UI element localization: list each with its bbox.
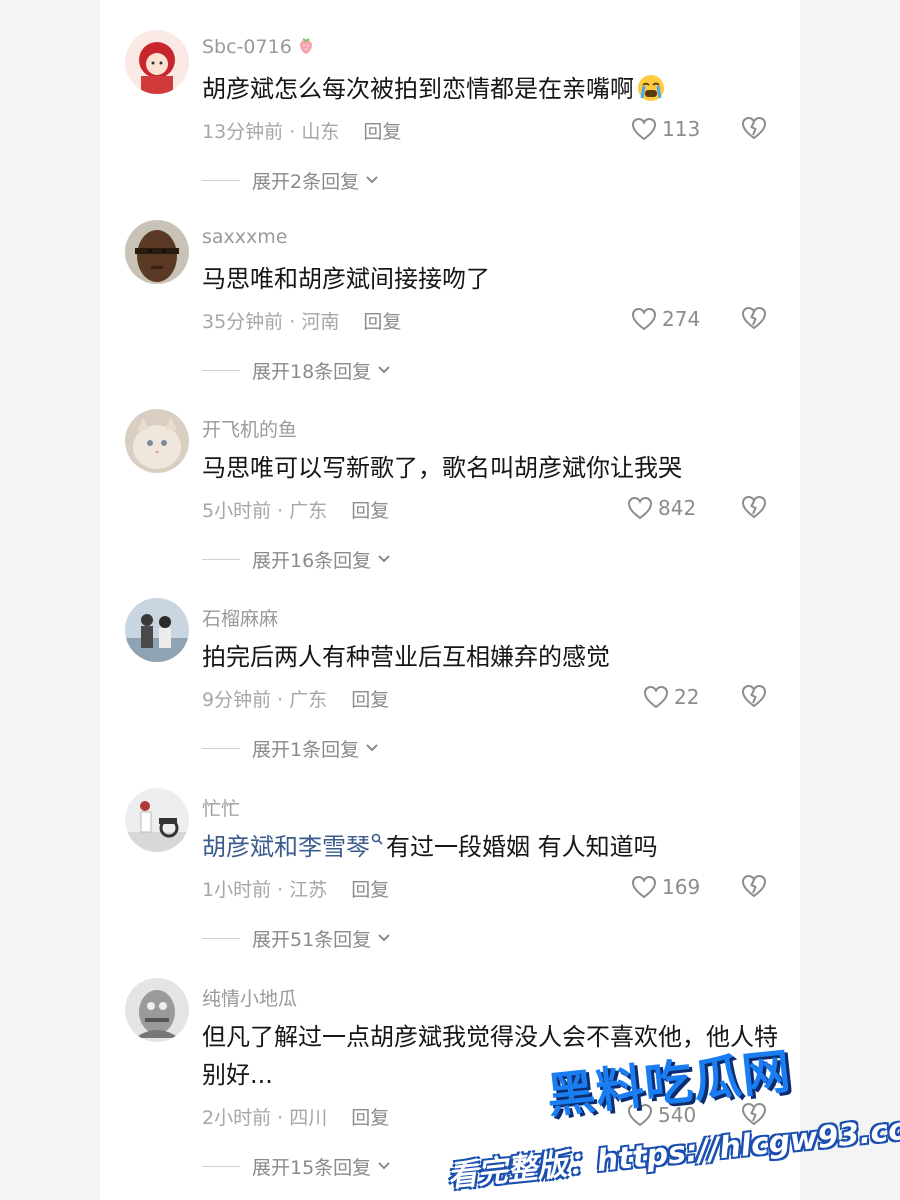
comment-meta: 35分钟前 · 河南 回复 xyxy=(202,311,402,333)
divider xyxy=(202,937,240,939)
divider xyxy=(202,1165,240,1167)
like-button[interactable]: 842 xyxy=(626,493,696,523)
broken-heart-icon[interactable] xyxy=(740,872,768,900)
broken-heart-icon[interactable] xyxy=(740,682,768,710)
comment-item: 开飞机的鱼 马思唯可以写新歌了，歌名叫胡彦斌你让我哭 5小时前 · 广东 回复 8… xyxy=(100,379,800,572)
username[interactable]: 开飞机的鱼 xyxy=(202,415,297,442)
watermark-url: 看完整版：https://hlcgw93.com xyxy=(445,1108,900,1195)
reply-button[interactable]: 回复 xyxy=(351,689,389,711)
chevron-down-icon xyxy=(366,744,378,752)
like-button[interactable]: 113 xyxy=(630,114,700,144)
avatar[interactable] xyxy=(125,30,189,94)
reply-button[interactable]: 回复 xyxy=(363,121,401,143)
strawberry-icon xyxy=(296,36,316,61)
comment-text: 马思唯和胡彦斌间接接吻了 xyxy=(202,265,490,293)
chevron-down-icon xyxy=(378,1162,390,1170)
reply-button[interactable]: 回复 xyxy=(363,311,401,333)
reply-button[interactable]: 回复 xyxy=(351,500,389,522)
avatar[interactable] xyxy=(125,409,189,473)
search-link[interactable]: 胡彦斌和李雪琴 xyxy=(202,833,370,861)
chevron-down-icon xyxy=(378,366,390,374)
chevron-down-icon xyxy=(378,555,390,563)
comment-item: saxxxme 马思唯和胡彦斌间接接吻了 35分钟前 · 河南 回复 274 展开… xyxy=(100,190,800,383)
watermark: 黑料吃瓜网 看完整版：https://hlcgw93.com xyxy=(446,1026,900,1194)
comment-text: 拍完后两人有种营业后互相嫌弃的感觉 xyxy=(202,643,610,671)
search-icon[interactable] xyxy=(371,833,383,845)
chevron-down-icon xyxy=(378,934,390,942)
comment-meta: 13分钟前 · 山东 回复 xyxy=(202,121,402,143)
username[interactable]: saxxxme xyxy=(202,226,287,248)
broken-heart-icon[interactable] xyxy=(740,493,768,521)
divider xyxy=(202,747,240,749)
like-button[interactable]: 169 xyxy=(630,872,700,902)
heart-icon xyxy=(631,307,657,331)
like-button[interactable]: 274 xyxy=(630,304,700,334)
reply-button[interactable]: 回复 xyxy=(351,1107,389,1129)
comment-list: Sbc-0716 胡彦斌怎么每次被拍到恋情都是在亲嘴啊 13分钟前 · 山东 回复… xyxy=(100,0,800,1200)
comment-item: 石榴麻麻 拍完后两人有种营业后互相嫌弃的感觉 9分钟前 · 广东 回复 22 展开… xyxy=(100,568,800,761)
username[interactable]: 石榴麻麻 xyxy=(202,604,278,631)
comment-text: 马思唯可以写新歌了，歌名叫胡彦斌你让我哭 xyxy=(202,454,682,482)
username[interactable]: 忙忙 xyxy=(202,794,240,821)
expand-replies[interactable]: 展开15条回复 xyxy=(202,1153,391,1179)
reply-button[interactable]: 回复 xyxy=(351,879,389,901)
comment-text: 胡彦斌怎么每次被拍到恋情都是在亲嘴啊 xyxy=(202,70,792,114)
heart-icon xyxy=(631,875,657,899)
avatar[interactable] xyxy=(125,598,189,662)
comment-item: Sbc-0716 胡彦斌怎么每次被拍到恋情都是在亲嘴啊 13分钟前 · 山东 回复… xyxy=(100,0,800,193)
heart-icon xyxy=(631,117,657,141)
username[interactable]: Sbc-0716 xyxy=(202,36,316,61)
heart-icon xyxy=(627,496,653,520)
comment-meta: 1小时前 · 江苏 回复 xyxy=(202,879,390,901)
like-button[interactable]: 22 xyxy=(642,682,699,712)
broken-heart-icon[interactable] xyxy=(740,114,768,142)
divider xyxy=(202,558,240,560)
comment-text: 胡彦斌和李雪琴 有过一段婚姻 有人知道吗 xyxy=(202,833,658,861)
chevron-down-icon xyxy=(366,176,378,184)
comment-meta: 5小时前 · 广东 回复 xyxy=(202,500,390,522)
broken-heart-icon[interactable] xyxy=(740,304,768,332)
comment-meta: 9分钟前 · 广东 回复 xyxy=(202,689,390,711)
divider xyxy=(202,369,240,371)
divider xyxy=(202,179,240,181)
watermark-title: 黑料吃瓜网 xyxy=(544,1043,794,1125)
avatar[interactable] xyxy=(125,788,189,852)
avatar[interactable] xyxy=(125,220,189,284)
crying-emoji-icon xyxy=(636,73,666,114)
avatar[interactable] xyxy=(125,978,189,1042)
heart-icon xyxy=(643,685,669,709)
comment-meta: 2小时前 · 四川 回复 xyxy=(202,1107,390,1129)
comment-item: 忙忙 胡彦斌和李雪琴 有过一段婚姻 有人知道吗 1小时前 · 江苏 回复 169 展… xyxy=(100,758,800,951)
username[interactable]: 纯情小地瓜 xyxy=(202,984,297,1011)
